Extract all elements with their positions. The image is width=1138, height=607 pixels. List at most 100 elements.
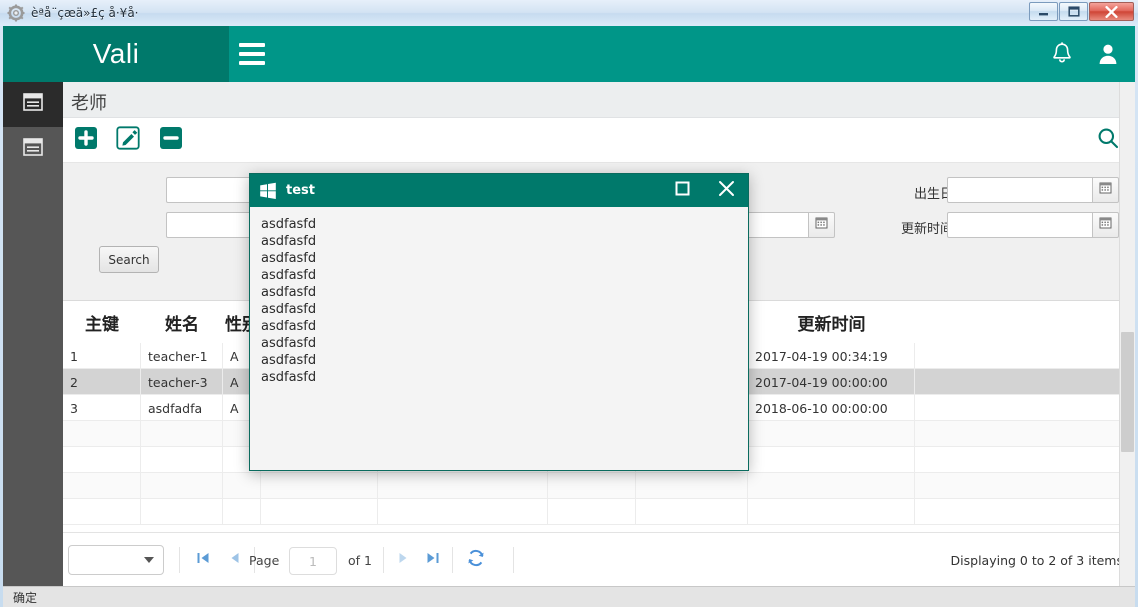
filter-input-2[interactable] [947, 177, 1093, 203]
search-button[interactable]: Search [99, 246, 159, 273]
list-item: asdfasfd [261, 353, 317, 368]
grid-cell [63, 499, 141, 525]
calendar-button-2[interactable] [1093, 177, 1119, 203]
grid-cell [141, 447, 223, 473]
list-item: asdfasfd [261, 319, 317, 334]
scrollbar-thumb[interactable] [1121, 332, 1134, 452]
calendar-button-extra-2[interactable] [809, 212, 835, 238]
user-icon[interactable] [1093, 39, 1123, 69]
refresh-button[interactable] [463, 547, 489, 573]
calendar-icon [1099, 216, 1112, 234]
grid-cell: asdfadfa [141, 395, 223, 421]
search-toggle-button[interactable] [1095, 127, 1121, 153]
prev-page-button[interactable] [223, 548, 247, 572]
grid-header-cell[interactable]: 姓名 [141, 301, 223, 343]
application-window: èªå¨çæä»£ç å·¥å· Vali 老师 出生日 更新时间 Search… [0, 0, 1138, 607]
sidebar-item-1[interactable] [3, 82, 63, 127]
table-row[interactable] [63, 499, 1135, 525]
grid-cell: 2017-04-19 00:34:19 [748, 343, 915, 369]
filter-input-wrap-3 [947, 212, 1119, 238]
grid-cell [63, 473, 141, 499]
minimize-button[interactable] [1029, 2, 1058, 21]
page-number-input[interactable]: 1 [289, 547, 337, 575]
grid-cell [141, 421, 223, 447]
dialog-spacer [250, 207, 748, 216]
pagination-bar: Page 1 of 1 Displaying 0 to 2 of 3 items [63, 532, 1135, 586]
grid-cell [63, 447, 141, 473]
calendar-icon [815, 216, 828, 234]
edit-icon [116, 125, 140, 155]
dialog-title: test [286, 183, 315, 198]
table-row[interactable] [63, 473, 1135, 499]
page-label: Page [249, 553, 280, 568]
grid-cell [261, 499, 378, 525]
close-button[interactable] [1089, 2, 1134, 21]
app-header: Vali [3, 26, 1135, 82]
grid-cell [223, 473, 261, 499]
pager-divider [513, 547, 514, 573]
page-title-bar: 老师 [63, 82, 1135, 118]
status-bar: 确定 [3, 586, 1135, 607]
maximize-icon [1067, 6, 1080, 17]
grid-cell: 2 [63, 369, 141, 395]
filter-field-2: 出生日 [873, 183, 953, 202]
header-actions [1047, 26, 1123, 82]
grid-cell [915, 395, 1120, 421]
grid-cell [378, 499, 548, 525]
grid-cell [378, 473, 548, 499]
maximize-button[interactable] [1059, 2, 1088, 21]
grid-cell [548, 473, 636, 499]
pager-divider [383, 547, 384, 573]
sidebar [3, 82, 63, 586]
grid-cell: 1 [63, 343, 141, 369]
brand-name: Vali [92, 38, 140, 69]
dialog-title-bar[interactable]: test [250, 174, 748, 207]
sidebar-item-2[interactable] [3, 127, 63, 172]
dialog-maximize-button[interactable] [660, 174, 704, 207]
list-item: asdfasfd [261, 268, 317, 283]
status-text: 确定 [13, 590, 38, 605]
first-page-icon [195, 550, 211, 571]
grid-cell [915, 421, 1120, 447]
last-page-button[interactable] [421, 548, 445, 572]
windows-logo-icon [259, 182, 277, 200]
filter-field-3: 更新时间 [873, 218, 953, 237]
dialog-window-controls [660, 174, 748, 207]
grid-cell [63, 421, 141, 447]
brand-logo[interactable]: Vali [3, 26, 229, 82]
next-page-button[interactable] [391, 548, 415, 572]
grid-cell [141, 499, 223, 525]
close-icon [718, 180, 735, 202]
delete-button[interactable] [157, 126, 185, 154]
grid-cell [261, 473, 378, 499]
page-title: 老师 [71, 93, 107, 114]
dialog-close-button[interactable] [704, 174, 748, 207]
next-page-icon [395, 550, 411, 571]
grid-cell [915, 447, 1120, 473]
close-icon [1105, 5, 1118, 18]
grid-cell: 2018-06-10 00:00:00 [748, 395, 915, 421]
grid-cell [748, 447, 915, 473]
minimize-icon [1038, 7, 1050, 17]
add-icon [74, 126, 98, 155]
grid-header-cell[interactable]: 更新时间 [748, 301, 915, 343]
prev-page-icon [227, 550, 243, 571]
edit-button[interactable] [114, 125, 142, 155]
vertical-scrollbar[interactable] [1119, 82, 1135, 586]
page-size-select[interactable] [68, 545, 164, 575]
bell-icon[interactable] [1047, 39, 1077, 69]
first-page-button[interactable] [191, 548, 215, 572]
delete-icon [159, 126, 183, 155]
hamburger-icon[interactable] [229, 26, 275, 82]
grid-header-cell[interactable]: 主键 [63, 301, 141, 343]
grid-cell [915, 343, 1120, 369]
chevron-down-icon [144, 557, 154, 563]
grid-cell [748, 499, 915, 525]
calendar-button-3[interactable] [1093, 212, 1119, 238]
grid-header-cell[interactable] [915, 301, 1120, 343]
filter-label-3: 更新时间 [900, 222, 953, 237]
filter-input-3[interactable] [947, 212, 1093, 238]
add-button[interactable] [72, 126, 100, 154]
list-item: asdfasfd [261, 251, 317, 266]
calendar-icon [1099, 181, 1112, 199]
